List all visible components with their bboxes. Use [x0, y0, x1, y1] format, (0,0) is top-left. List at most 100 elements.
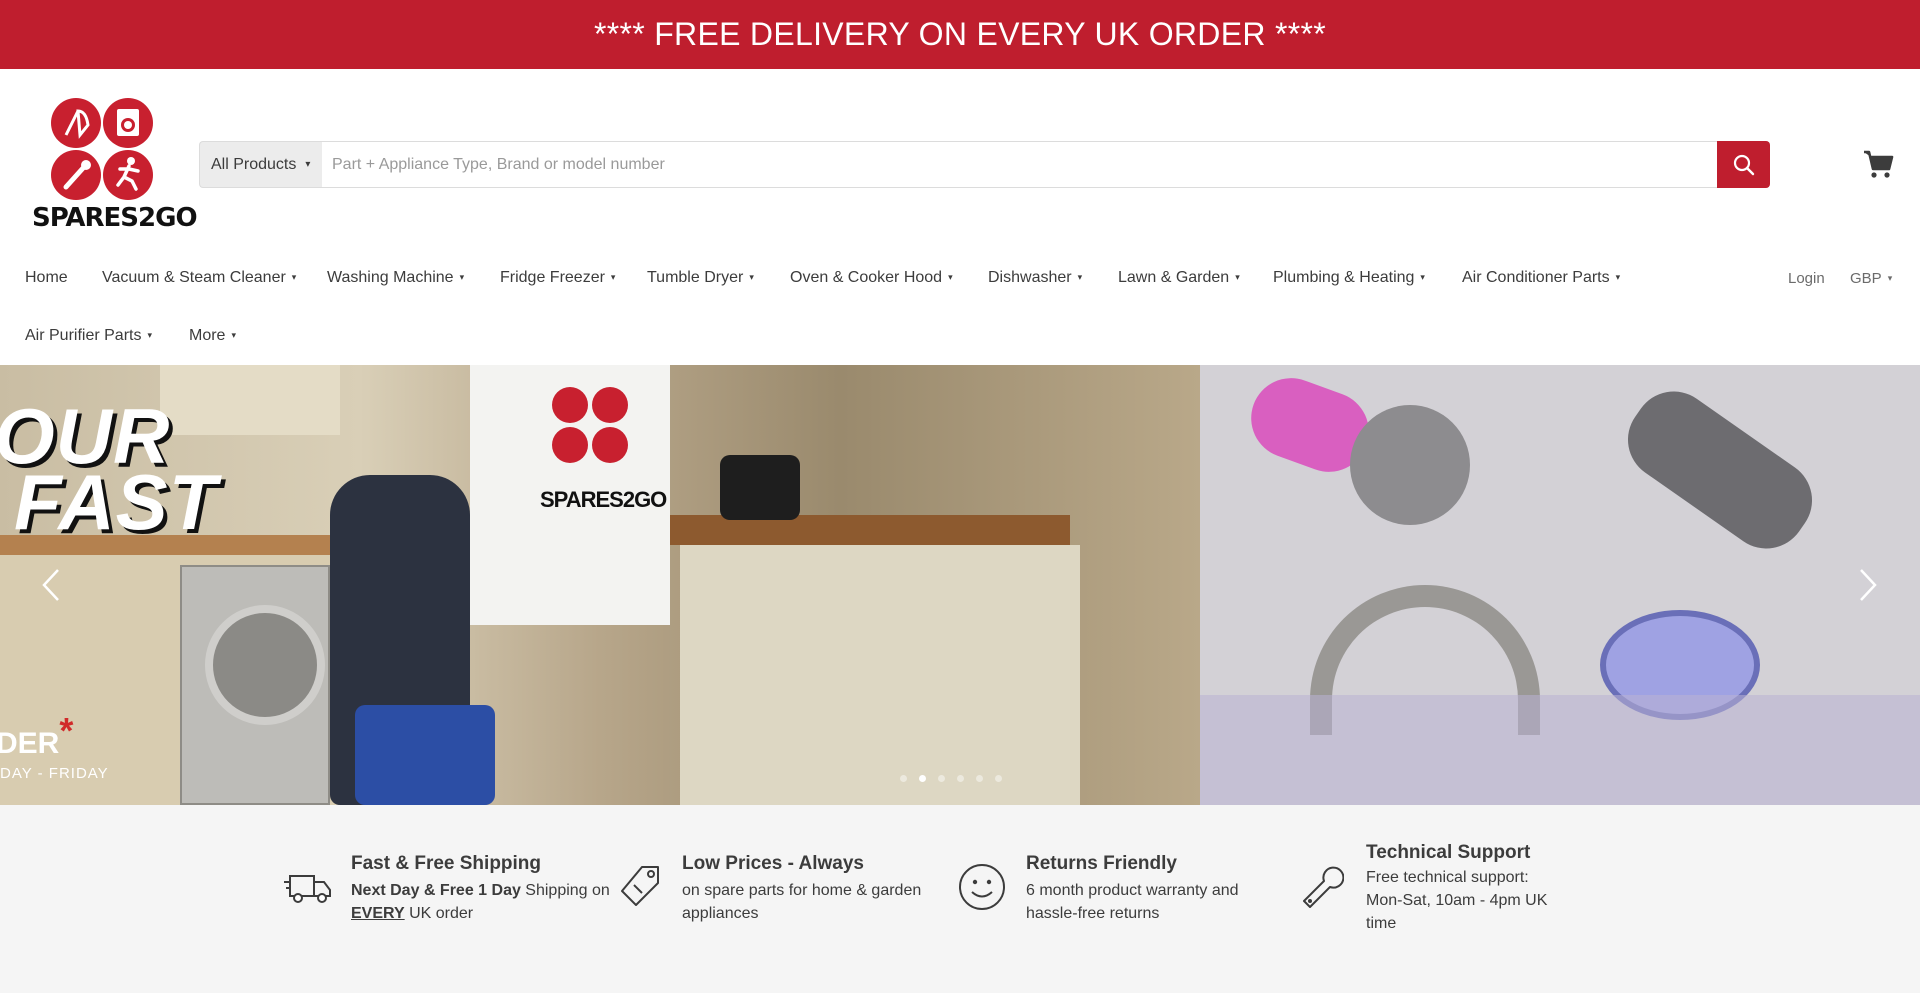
toaster-image — [720, 455, 800, 520]
chevron-down-icon: ▾ — [291, 272, 297, 282]
feature-text: Next Day & Free 1 Day Shipping on EVERY U… — [351, 879, 611, 925]
carousel-next-button[interactable] — [1853, 560, 1883, 610]
nav-item-vacuum[interactable]: Vacuum & Steam Cleaner ▾ — [102, 269, 296, 287]
hero-line3-text: DER — [0, 727, 60, 760]
delivery-truck-icon — [284, 870, 332, 911]
nav-item-label: Air Conditioner Parts — [1462, 269, 1610, 286]
nav-item-lawn-garden[interactable]: Lawn & Garden ▾ — [1118, 269, 1240, 287]
nav-item-label: Lawn & Garden — [1118, 269, 1230, 286]
hero-heading-line3: DER* — [0, 710, 73, 761]
site-header: SPARES2GO All Products ▾ — [0, 69, 1920, 244]
feature-bold-text: Next Day & Free 1 Day — [351, 882, 521, 899]
nav-item-label: Washing Machine — [327, 269, 454, 286]
search-input[interactable] — [322, 141, 1717, 188]
nav-item-label: Tumble Dryer — [647, 269, 744, 286]
chevron-down-icon: ▾ — [948, 272, 953, 282]
chevron-down-icon: ▾ — [1887, 273, 1893, 283]
feature-support: Technical Support Free technical support… — [1366, 842, 1566, 935]
vacuum-tool-image — [1612, 375, 1828, 565]
chevron-down-icon: ▾ — [1235, 272, 1240, 282]
nav-item-air-purifier[interactable]: Air Purifier Parts ▾ — [25, 327, 152, 345]
nav-item-tumble-dryer[interactable]: Tumble Dryer ▾ — [647, 269, 754, 287]
smiley-icon — [958, 863, 1006, 916]
carousel-dots — [900, 775, 1002, 782]
cart-icon — [1864, 150, 1894, 178]
spares2go-logo-icon — [552, 387, 628, 463]
cart-button[interactable] — [1862, 148, 1894, 180]
nav-item-label: Dishwasher — [988, 269, 1072, 286]
nav-item-home[interactable]: Home — [25, 269, 68, 287]
chevron-down-icon: ▾ — [147, 330, 152, 340]
category-select-label: All Products — [211, 155, 297, 173]
wrench-icon — [1300, 863, 1345, 914]
hero-carousel: SPARES2GO OUR FAST DER* DAY - FRIDAY — [0, 365, 1920, 805]
nav-item-fridge-freezer[interactable]: Fridge Freezer ▾ — [500, 269, 615, 287]
carousel-dot-active[interactable] — [919, 775, 926, 782]
chevron-left-icon — [42, 569, 59, 601]
nav-item-label: Vacuum & Steam Cleaner — [102, 269, 286, 286]
search-button[interactable] — [1717, 141, 1770, 188]
promo-bar: **** FREE DELIVERY ON EVERY UK ORDER ***… — [0, 0, 1920, 69]
site-logo[interactable]: SPARES2GO — [28, 95, 198, 235]
feature-returns: Returns Friendly 6 month product warrant… — [1026, 853, 1286, 925]
nav-item-label: More — [189, 327, 226, 344]
nav-item-dishwasher[interactable]: Dishwasher ▾ — [988, 269, 1082, 287]
nav-item-air-conditioner[interactable]: Air Conditioner Parts ▾ — [1462, 269, 1620, 287]
category-select[interactable]: All Products ▾ — [199, 141, 322, 188]
kitchen-cupboard — [160, 365, 340, 435]
main-nav: Home Vacuum & Steam Cleaner ▾ Washing Mac… — [0, 244, 1920, 365]
nav-item-label: Home — [25, 269, 68, 286]
nav-item-oven-cooker-hood[interactable]: Oven & Cooker Hood ▾ — [790, 269, 953, 287]
price-tag-icon — [620, 863, 662, 914]
feature-title: Technical Support — [1366, 842, 1531, 863]
nav-item-washing-machine[interactable]: Washing Machine ▾ — [327, 269, 464, 287]
vacuum-part-image — [1350, 405, 1470, 525]
feature-title: Low Prices - Always — [682, 853, 864, 874]
chevron-down-icon: ▾ — [749, 272, 754, 282]
carousel-prev-button[interactable] — [36, 560, 66, 610]
hero-slide-engineer[interactable]: SPARES2GO OUR FAST DER* DAY - FRIDAY — [0, 365, 1200, 805]
features-strip: Fast & Free Shipping Next Day & Free 1 D… — [0, 805, 1920, 993]
search-bar: All Products ▾ — [199, 141, 1770, 188]
nav-item-label: Air Purifier Parts — [25, 327, 142, 344]
feature-underline-text: EVERY — [351, 905, 405, 922]
feature-text: Free technical support: Mon-Sat, 10am - … — [1366, 869, 1548, 932]
hero-floor-shade — [1200, 695, 1920, 805]
van-logo — [540, 375, 660, 495]
nav-item-label: Fridge Freezer — [500, 269, 605, 286]
washing-machine-drum — [205, 605, 325, 725]
feature-title: Fast & Free Shipping — [351, 853, 542, 874]
carousel-dot[interactable] — [995, 775, 1002, 782]
login-link[interactable]: Login — [1788, 270, 1825, 287]
nav-item-label: Oven & Cooker Hood — [790, 269, 943, 286]
feature-text-part: UK order — [404, 905, 474, 922]
chevron-right-icon — [1860, 569, 1877, 601]
chevron-down-icon: ▾ — [1077, 272, 1083, 282]
logo-text: SPARES2GO — [32, 203, 198, 233]
carousel-dot[interactable] — [938, 775, 945, 782]
chevron-down-icon: ▾ — [1615, 272, 1621, 282]
carousel-dot[interactable] — [957, 775, 964, 782]
nav-item-more[interactable]: More ▾ — [189, 327, 236, 345]
hero-asterisk: * — [59, 710, 74, 751]
engineer-trousers — [355, 705, 495, 805]
carousel-dot[interactable] — [900, 775, 907, 782]
feature-text: on spare parts for home & garden applian… — [682, 882, 922, 922]
chevron-down-icon: ▾ — [305, 159, 311, 170]
feature-title: Returns Friendly — [1026, 853, 1177, 874]
drawer-unit — [680, 545, 1080, 805]
login-label: Login — [1788, 270, 1825, 287]
search-icon — [1733, 154, 1754, 175]
chevron-down-icon: ▾ — [610, 272, 616, 282]
feature-low-prices: Low Prices - Always on spare parts for h… — [682, 853, 942, 925]
carousel-dot[interactable] — [976, 775, 983, 782]
van-logo-text: SPARES2GO — [540, 487, 667, 512]
feature-text: 6 month product warranty and hassle-free… — [1026, 882, 1239, 922]
currency-selector[interactable]: GBP ▾ — [1850, 270, 1892, 287]
chevron-down-icon: ▾ — [459, 272, 465, 282]
currency-label: GBP — [1850, 270, 1882, 287]
nav-item-plumbing-heating[interactable]: Plumbing & Heating ▾ — [1273, 269, 1425, 287]
hero-heading-line2: FAST — [14, 458, 218, 546]
chevron-down-icon: ▾ — [231, 330, 236, 340]
hero-subtext: DAY - FRIDAY — [0, 765, 109, 782]
